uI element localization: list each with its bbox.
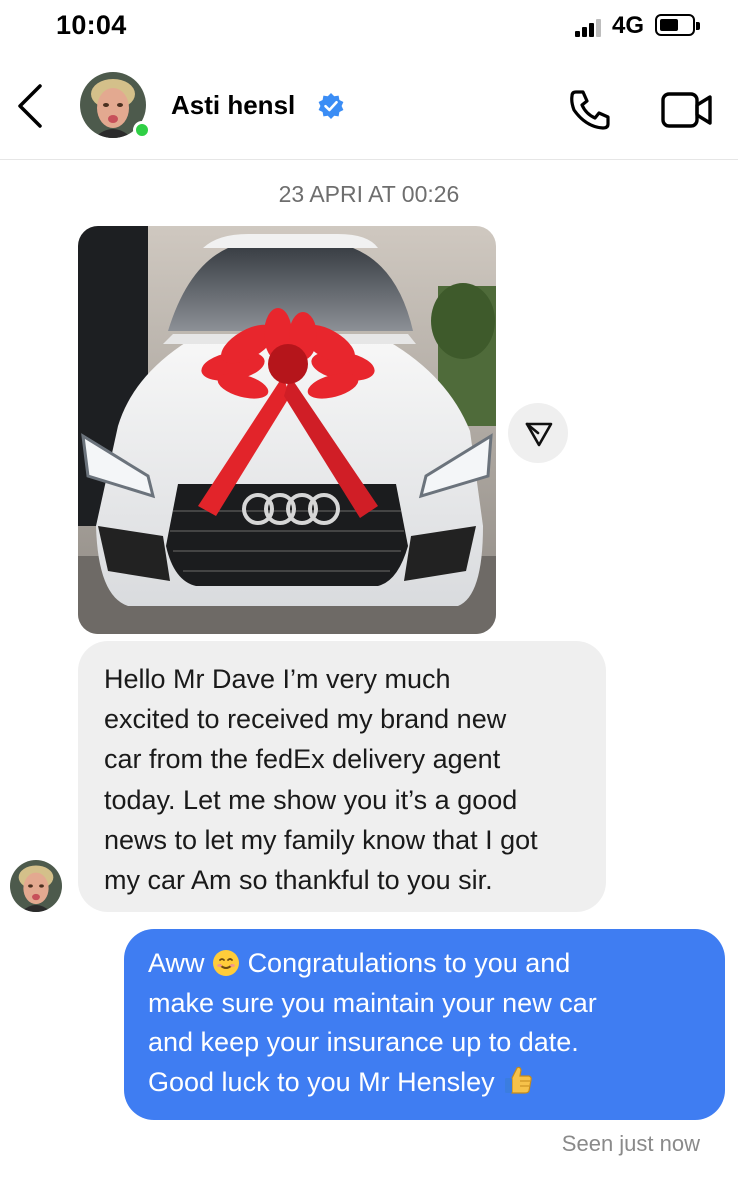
chat-header: Asti hensl xyxy=(0,52,738,160)
signal-bars-icon xyxy=(575,19,603,37)
status-bar: 10:04 4G xyxy=(0,0,738,52)
message-text: Good luck to you Mr Hensley xyxy=(148,1066,495,1097)
message-line: excited to received my brand new xyxy=(104,704,507,735)
smiling-face-emoji-icon xyxy=(213,950,240,976)
message-line: today. Let me show you it’s a good xyxy=(104,784,518,815)
back-button[interactable] xyxy=(12,80,52,132)
message-line: car from the fedEx delivery agent xyxy=(104,744,501,775)
message-line: Good luck to you Mr Hensley xyxy=(148,1063,705,1103)
contact-name[interactable]: Asti hensl xyxy=(171,90,295,121)
video-camera-icon xyxy=(661,92,712,128)
chevron-left-icon xyxy=(18,84,42,128)
photo-message[interactable] xyxy=(78,226,496,634)
message-line: Hello Mr Dave I’m very much xyxy=(104,664,451,694)
verified-badge-icon xyxy=(318,93,344,119)
message-line: make sure you maintain your new car xyxy=(148,987,597,1018)
message-line: Aww Congratulations to you and xyxy=(148,944,705,984)
share-button[interactable] xyxy=(508,403,568,463)
seen-status: Seen just now xyxy=(561,1131,700,1156)
phone-icon xyxy=(570,90,610,130)
message-text: Congratulations to you and xyxy=(247,948,571,978)
thumbs-up-emoji-icon xyxy=(505,1066,533,1094)
message-line: news to let my family know that I got xyxy=(104,824,538,855)
voice-call-button[interactable] xyxy=(566,86,614,134)
message-line: and keep your insurance up to date. xyxy=(148,1027,579,1057)
status-time: 10:04 xyxy=(56,10,127,40)
video-call-button[interactable] xyxy=(660,88,714,132)
sender-avatar[interactable] xyxy=(10,860,62,912)
incoming-message-bubble[interactable]: Hello Mr Dave I’m very much excited to r… xyxy=(78,641,606,912)
car-photo xyxy=(78,226,496,634)
message-line: my car Am so thankful to you sir. xyxy=(104,865,493,896)
outgoing-message-bubble[interactable]: Aww Congratulations to you and make sure… xyxy=(124,929,725,1120)
network-type: 4G xyxy=(612,12,645,39)
message-timestamp: 23 APRI AT 00:26 xyxy=(278,181,460,207)
send-icon xyxy=(525,422,553,447)
message-text: Aww xyxy=(148,948,205,978)
battery-icon xyxy=(655,14,700,36)
online-status-indicator xyxy=(133,121,151,139)
